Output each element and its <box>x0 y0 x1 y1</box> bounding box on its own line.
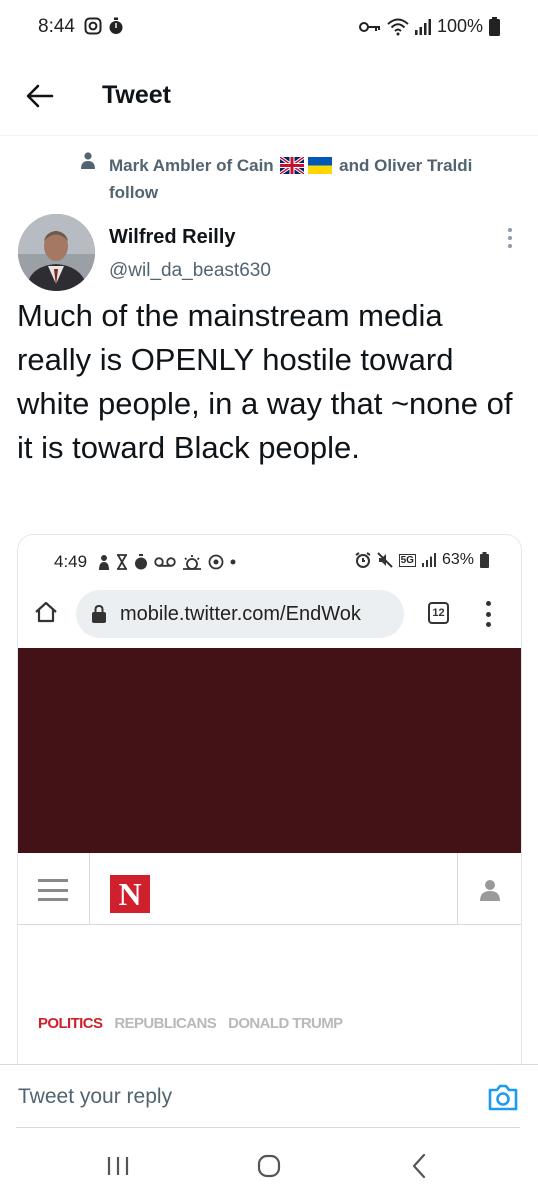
tag-politics: POLITICS <box>38 1015 103 1032</box>
media-banner <box>18 648 521 853</box>
timer-icon <box>109 17 123 34</box>
reply-divider <box>16 1127 520 1128</box>
battery-icon <box>489 17 500 36</box>
browser-toolbar: mobile.twitter.com/EndWok 12 <box>18 585 521 647</box>
tag-republicans: REPUBLICANS <box>114 1015 217 1032</box>
tweet-text: Much of the mainstream media really is O… <box>17 298 513 465</box>
avatar-photo <box>18 214 95 291</box>
page-title: Tweet <box>102 81 171 109</box>
more-dot-icon <box>508 244 512 248</box>
author-name[interactable]: Wilfred Reilly <box>109 226 236 249</box>
media-status-right: 5G 63% <box>355 551 489 569</box>
tag-donald-trump: DONALD TRUMP <box>228 1015 343 1032</box>
camera-icon[interactable] <box>487 1082 519 1112</box>
status-bar: 8:44 100% <box>0 0 538 56</box>
browser-menu-icon <box>484 601 492 627</box>
person-icon <box>81 152 95 169</box>
media-battery-percent: 63% <box>441 551 474 568</box>
status-right: 100% <box>358 16 500 37</box>
user-icon <box>480 880 500 901</box>
battery-percent: 100% <box>436 16 483 36</box>
mute-icon <box>376 552 393 568</box>
hourglass-icon <box>117 554 127 570</box>
signal-icon <box>421 553 436 567</box>
dot-icon <box>230 559 236 565</box>
tab-count: 12 <box>428 602 449 624</box>
follow-suffix: follow <box>109 183 159 202</box>
system-nav-bar <box>0 1130 538 1199</box>
follower-name-2: and Oliver Traldi <box>339 156 473 175</box>
hamburger-menu-icon <box>38 879 68 901</box>
notification-icon <box>99 555 109 570</box>
home-button-icon[interactable] <box>257 1154 281 1178</box>
site-logo: N <box>110 875 150 913</box>
media-status-bar: 4:49 5G 63% <box>18 535 521 585</box>
address-bar: mobile.twitter.com/EndWok <box>76 590 404 638</box>
more-dot-icon <box>508 228 512 232</box>
reply-bar: Tweet your reply <box>0 1064 538 1128</box>
ukraine-flag-icon <box>308 157 333 174</box>
site-nav-bar: N <box>18 853 521 925</box>
author-handle[interactable]: @wil_da_beast630 <box>109 260 271 282</box>
voicemail-icon <box>154 557 176 567</box>
sync-icon <box>208 554 224 570</box>
back-button[interactable] <box>22 78 58 114</box>
lock-icon <box>92 605 106 623</box>
wifi-icon <box>387 18 409 35</box>
media-status-icons <box>98 554 236 570</box>
more-dot-icon <box>508 236 512 240</box>
battery-icon <box>480 552 489 568</box>
home-icon <box>35 601 57 623</box>
uk-flag-icon <box>280 157 305 174</box>
signal-icon <box>414 18 431 35</box>
reply-input[interactable]: Tweet your reply <box>18 1085 172 1109</box>
nav-divider <box>89 853 90 925</box>
url-text: mobile.twitter.com/EndWok <box>120 603 361 625</box>
nav-divider <box>457 853 458 925</box>
avatar[interactable] <box>18 214 95 291</box>
follower-name-1: Mark Ambler of Cain <box>109 156 274 175</box>
alarm-icon <box>355 552 371 568</box>
article-tags: POLITICS REPUBLICANS DONALD TRUMP <box>38 1015 343 1032</box>
media-network: 5G <box>398 553 416 567</box>
timer-icon <box>135 554 147 570</box>
instagram-icon <box>84 17 102 35</box>
status-time: 8:44 <box>38 16 75 37</box>
tweet-media-image[interactable]: 4:49 5G 63% mobile.twitter.com/EndWok 12 <box>17 534 522 1064</box>
top-app-bar: Tweet <box>0 56 538 136</box>
key-icon <box>358 21 380 32</box>
status-left-icons <box>84 17 124 35</box>
media-status-time: 4:49 <box>54 552 88 571</box>
weather-icon <box>183 555 201 570</box>
back-arrow-icon <box>26 84 54 108</box>
back-nav-icon[interactable] <box>411 1153 427 1179</box>
recent-apps-icon[interactable] <box>106 1155 130 1177</box>
more-options-button[interactable] <box>500 226 520 250</box>
social-context-text: Mark Ambler of Cain and Oliver Traldi fo… <box>109 152 529 206</box>
